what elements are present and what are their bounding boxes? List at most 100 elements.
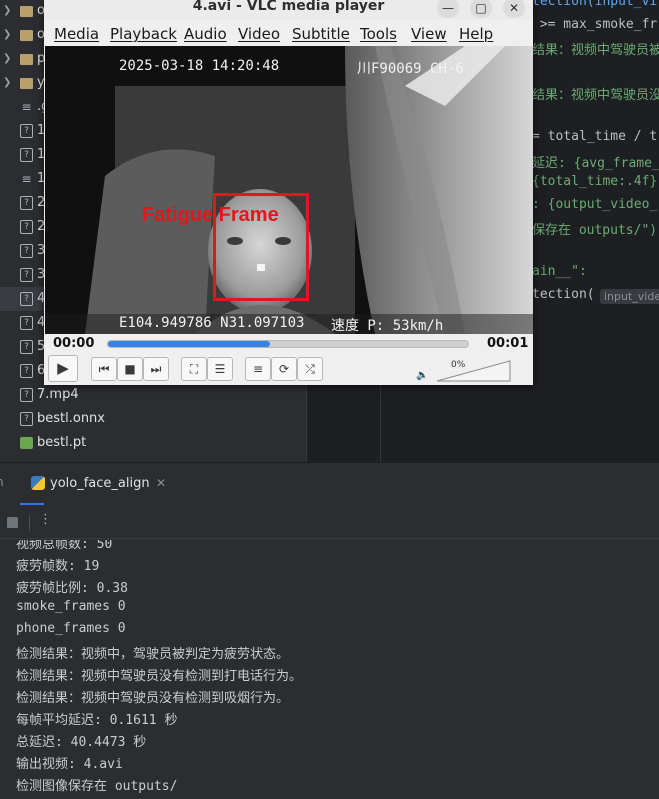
vlc-window: 4.avi - VLC media player — □ ✕ Media Pla… <box>44 0 533 385</box>
volume-level: 0% <box>451 360 466 370</box>
folder-icon <box>20 54 33 65</box>
desktop: ❯o❯o❯p❯y≡.g?1?1≡1?2?2?3?3?4?4?5?6?7.mp4?… <box>0 0 659 799</box>
chevron-right-icon[interactable]: ❯ <box>3 28 13 42</box>
console-line: 输出视频: 4.avi <box>16 757 123 772</box>
file-tree-item[interactable]: bestl.pt <box>0 431 306 455</box>
code-line: 保存在 outputs/") <box>532 223 658 238</box>
video-display[interactable]: 2025-03-18 14:20:48 川F90069 CH-6 E104.94… <box>45 46 533 334</box>
file-name: 7.mp4 <box>37 387 79 402</box>
run-tab-label: yolo_face_align <box>50 476 150 491</box>
folder-icon <box>20 30 33 41</box>
code-line: 延迟: {avg_frame_ <box>532 155 659 171</box>
code-line: tection(input_vi <box>532 0 658 9</box>
console-line: 疲劳帧比例: 0.38 <box>16 581 128 596</box>
vlc-controls: 00:00 00:01 ▶ ⏮ ■ ⏭ ⛶ ☰ ≡ ⟳ ⤮ 🔈 0% <box>44 334 533 385</box>
chevron-right-icon[interactable]: ❯ <box>3 52 13 66</box>
python-icon <box>31 476 45 490</box>
seek-progress-fill <box>108 341 270 347</box>
parameter-hint: input_vide <box>600 288 659 304</box>
detection-label: Fatigue Frame <box>142 204 279 226</box>
console-line: smoke_frames 0 <box>16 599 126 614</box>
code-line: 结果：视频中驾驶员被 <box>532 43 659 58</box>
menu-video[interactable]: Video <box>238 25 280 43</box>
console-line: 检测结果：视频中驾驶员没有检测到打电话行为。 <box>16 669 303 684</box>
loop-icon[interactable]: ⟳ <box>271 357 297 381</box>
playlist-icon[interactable]: ≡ <box>245 357 271 381</box>
unknown-file-icon: ? <box>20 268 33 282</box>
menu-subtitle[interactable]: Subtitle <box>292 25 350 43</box>
next-icon[interactable]: ⏭ <box>143 357 169 381</box>
total-time: 00:01 <box>487 336 529 351</box>
folder-icon <box>20 6 33 17</box>
osd-plate: 川F90069 CH-6 <box>357 61 464 77</box>
toolbar-separator <box>29 515 30 531</box>
run-toolbar: ⋮ <box>0 507 659 539</box>
window-title: 4.avi - VLC media player <box>192 0 385 14</box>
unknown-file-icon: ? <box>20 340 33 354</box>
osd-datetime: 2025-03-18 14:20:48 <box>119 58 280 74</box>
console-line: 每帧平均延迟: 0.1611 秒 <box>16 713 178 728</box>
file-tree-item[interactable]: ? bestl.onnx <box>0 407 306 431</box>
chevron-right-icon[interactable]: ❯ <box>3 76 13 90</box>
code-line: = total_time / t <box>532 129 658 144</box>
unknown-file-icon: ? <box>20 220 33 234</box>
extended-settings-icon[interactable]: ☰ <box>207 357 233 381</box>
unknown-file-icon: ? <box>20 292 33 306</box>
file-name: bestl.pt <box>37 435 87 450</box>
console-line: 检测结果：视频中驾驶员没有检测到吸烟行为。 <box>16 691 290 706</box>
volume-slider[interactable] <box>436 360 512 382</box>
menu-audio[interactable]: Audio <box>184 25 227 43</box>
more-options-icon[interactable]: ⋮ <box>39 512 52 527</box>
stop-icon[interactable]: ■ <box>117 357 143 381</box>
osd-speed: 速度 P: 53km/h <box>331 318 444 334</box>
previous-icon[interactable]: ⏮ <box>91 357 117 381</box>
vlc-titlebar[interactable]: 4.avi - VLC media player — □ ✕ <box>44 0 533 20</box>
maximize-icon[interactable]: □ <box>470 0 492 18</box>
unknown-file-icon: ? <box>20 196 33 210</box>
stop-run-icon[interactable] <box>7 517 18 528</box>
menu-playback[interactable]: Playback <box>110 25 177 43</box>
console-line: 检测图像保存在 outputs/ <box>16 779 178 794</box>
fullscreen-icon[interactable]: ⛶ <box>181 357 207 381</box>
unknown-file-icon: ? <box>20 412 33 426</box>
unknown-file-icon: ? <box>20 148 33 162</box>
play-icon[interactable]: ▶ <box>48 355 78 382</box>
chevron-right-icon[interactable]: ❯ <box>3 4 13 18</box>
folder-icon <box>20 78 33 89</box>
panel-tab-edge: n <box>0 475 4 489</box>
code-line: 结果：视频中驾驶员没 <box>532 88 659 103</box>
code-line: tection( <box>532 286 595 302</box>
seek-slider[interactable] <box>107 340 469 348</box>
unknown-file-icon: ? <box>20 388 33 402</box>
minimize-icon[interactable]: — <box>437 0 459 18</box>
unknown-file-icon: ? <box>20 244 33 258</box>
text-file-icon: ≡ <box>21 100 32 114</box>
console-line: 总延迟: 40.4473 秒 <box>16 735 147 750</box>
menu-help[interactable]: Help <box>459 25 493 43</box>
vlc-menubar: Media Playback Audio Video Subtitle Tool… <box>44 22 533 46</box>
console-line: 视频总帧数: 50 <box>16 540 113 552</box>
code-line: {total_time:.4f} <box>532 174 658 189</box>
menu-media[interactable]: Media <box>54 25 99 43</box>
code-line: ain__": <box>532 264 587 279</box>
console-line: phone_frames 0 <box>16 621 126 636</box>
menu-view[interactable]: View <box>411 25 447 43</box>
close-tab-icon[interactable]: ✕ <box>156 476 166 490</box>
file-tree-item[interactable]: ? 7.mp4 <box>0 383 306 407</box>
close-icon[interactable]: ✕ <box>503 0 525 18</box>
elapsed-time: 00:00 <box>53 336 95 351</box>
console-line: 检测结果：视频中，驾驶员被判定为疲劳状态。 <box>16 647 290 662</box>
run-tool-window: n yolo_face_align ✕ ⋮ 视频总帧数: 50 疲劳帧数: 19 疲… <box>0 462 659 799</box>
code-line: >= max_smoke_fr <box>532 16 658 32</box>
unknown-file-icon: ? <box>20 124 33 138</box>
console-line: 疲劳帧数: 19 <box>16 559 100 574</box>
text-file-icon: ≡ <box>21 172 32 186</box>
menu-tools[interactable]: Tools <box>360 25 397 43</box>
console-output[interactable]: 视频总帧数: 50 疲劳帧数: 19 疲劳帧比例: 0.38 smoke_frames… <box>0 540 659 799</box>
unknown-file-icon: ? <box>20 316 33 330</box>
shuffle-icon[interactable]: ⤮ <box>297 357 323 381</box>
mute-icon[interactable]: 🔈 <box>416 370 428 381</box>
code-line: : {output_video_ <box>532 196 658 212</box>
tab-run-config[interactable]: yolo_face_align ✕ <box>20 463 166 505</box>
unknown-file-icon: ? <box>20 364 33 378</box>
